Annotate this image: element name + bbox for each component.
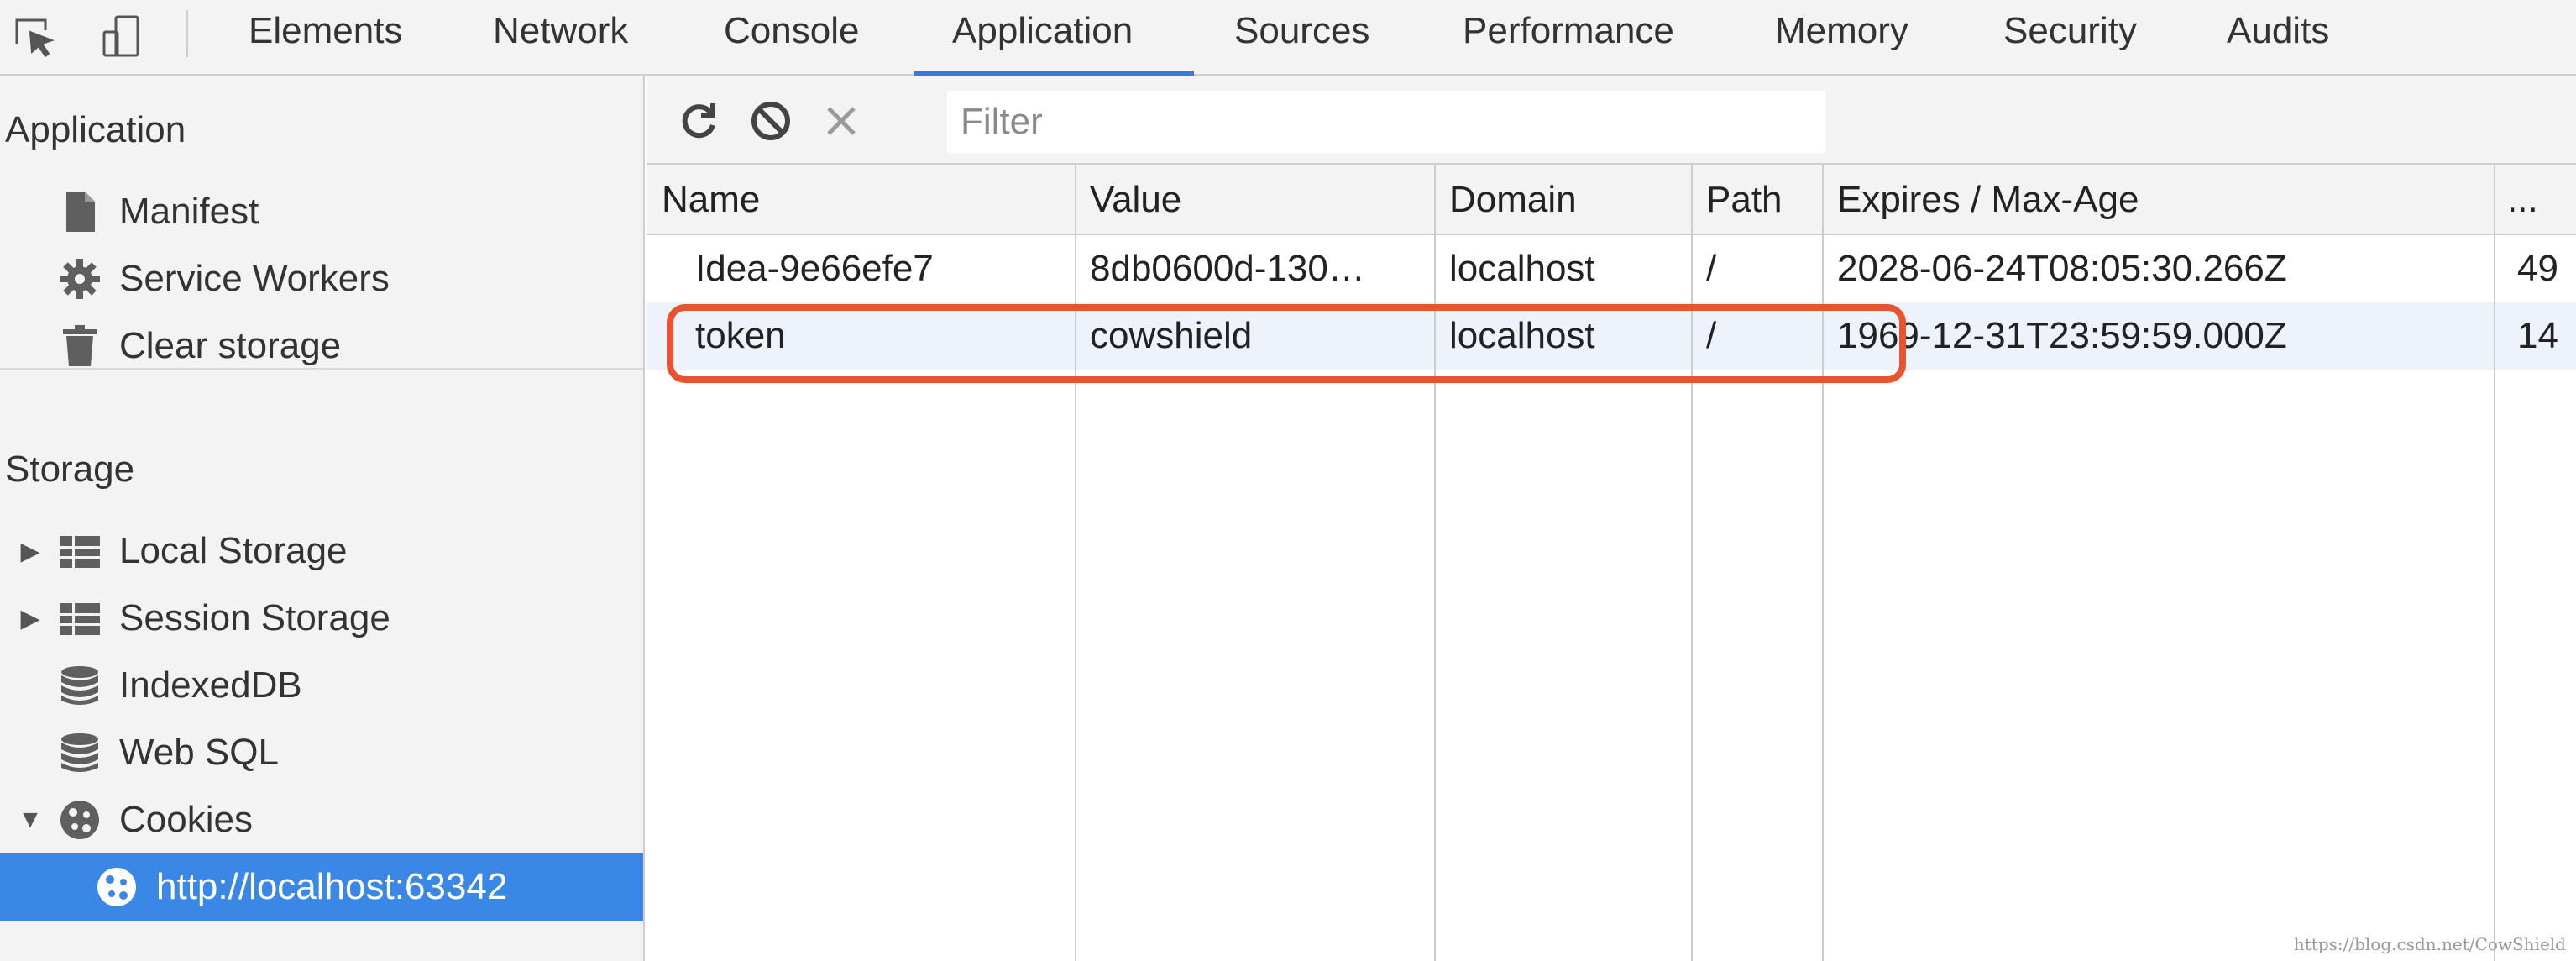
expand-arrow-icon[interactable]: ▶	[13, 534, 47, 568]
database-icon	[55, 728, 104, 777]
cookie-value-cell: 8db0600d-130…	[1090, 248, 1365, 289]
sidebar-item-label: http://localhost:63342	[156, 866, 508, 907]
tab-audits[interactable]: Audits	[2227, 0, 2329, 76]
sidebar-item-cookie-origin[interactable]: http://localhost:63342	[0, 853, 643, 921]
section-title-application: Application	[5, 109, 186, 150]
sidebar-item-label: Local Storage	[119, 530, 348, 571]
sidebar-item-service-workers[interactable]: Service Workers	[55, 245, 643, 312]
cookie-size-cell: 49	[2517, 248, 2558, 289]
filter-input[interactable]	[947, 91, 1825, 153]
panel-tab-bar: Elements Network Console Application Sou…	[0, 0, 2576, 76]
sidebar-item-label: Web SQL	[119, 732, 279, 773]
sidebar-item-label: Session Storage	[119, 597, 390, 638]
grid-icon	[55, 594, 104, 643]
sidebar-item-label: Service Workers	[119, 258, 390, 299]
column-header-domain[interactable]: Domain	[1449, 166, 1684, 234]
grid-icon	[55, 527, 104, 575]
collapse-arrow-icon[interactable]: ▼	[13, 803, 47, 837]
application-sidebar: Application Manifest Service Workers Cle…	[0, 76, 645, 961]
tab-network[interactable]: Network	[493, 0, 628, 76]
sidebar-item-manifest[interactable]: Manifest	[55, 178, 643, 245]
column-header-path[interactable]: Path	[1706, 166, 1815, 234]
column-header-expires[interactable]: Expires / Max-Age	[1837, 166, 2484, 234]
column-divider	[1822, 165, 1824, 961]
expand-arrow-icon[interactable]: ▶	[13, 601, 47, 635]
cookies-toolbar	[647, 76, 2576, 165]
sidebar-item-label: Manifest	[119, 191, 259, 232]
cookie-expires-cell: 1969-12-31T23:59:59.000Z	[1837, 315, 2287, 356]
sidebar-item-session-storage[interactable]: ▶ Session Storage	[13, 585, 643, 652]
sidebar-item-local-storage[interactable]: ▶ Local Storage	[13, 517, 643, 585]
watermark-text: https://blog.csdn.net/CowShield	[2293, 934, 2566, 954]
tab-console[interactable]: Console	[724, 0, 859, 76]
cookie-size-cell: 14	[2517, 315, 2558, 356]
trash-icon	[55, 322, 104, 370]
cookie-domain-cell: localhost	[1449, 315, 1595, 356]
sidebar-item-label: Clear storage	[119, 325, 342, 366]
tab-memory[interactable]: Memory	[1775, 0, 1908, 76]
column-header-name[interactable]: Name	[662, 166, 1065, 234]
section-divider	[0, 368, 643, 370]
sidebar-item-label: IndexedDB	[119, 664, 302, 706]
cookies-panel: Name Value Domain Path Expires / Max-Age…	[647, 76, 2576, 961]
delete-selected-icon[interactable]	[814, 94, 868, 148]
document-icon	[55, 187, 104, 236]
sidebar-item-web-sql[interactable]: Web SQL	[55, 719, 643, 786]
device-toolbar-icon[interactable]	[94, 10, 148, 64]
column-header-value[interactable]: Value	[1090, 166, 1426, 234]
devtools-window: Elements Network Console Application Sou…	[0, 0, 2576, 961]
clear-all-icon[interactable]	[744, 94, 798, 148]
column-divider	[1075, 165, 1076, 961]
sidebar-item-indexeddb[interactable]: IndexedDB	[55, 652, 643, 719]
cookie-value-cell: cowshield	[1090, 315, 1253, 356]
gear-icon	[55, 255, 104, 303]
cookie-name-cell: Idea-9e66efe7	[695, 248, 934, 289]
tab-security[interactable]: Security	[2003, 0, 2137, 76]
tab-performance[interactable]: Performance	[1463, 0, 1674, 76]
column-divider	[2494, 165, 2495, 961]
tab-sources[interactable]: Sources	[1234, 0, 1369, 76]
cookie-name-cell: token	[695, 315, 786, 356]
section-title-storage: Storage	[5, 449, 135, 490]
cookie-domain-cell: localhost	[1449, 248, 1595, 289]
refresh-icon[interactable]	[672, 94, 725, 148]
column-header-size[interactable]: ...	[2507, 166, 2574, 234]
cookie-icon	[92, 863, 141, 911]
inspect-element-icon[interactable]	[8, 10, 62, 64]
cookie-expires-cell: 2028-06-24T08:05:30.266Z	[1837, 248, 2287, 289]
cookies-table: Name Value Domain Path Expires / Max-Age…	[647, 165, 2576, 961]
database-icon	[55, 661, 104, 710]
column-divider	[1434, 165, 1436, 961]
tab-application[interactable]: Application	[952, 0, 1133, 76]
toolbar-divider	[186, 10, 188, 57]
sidebar-item-clear-storage[interactable]: Clear storage	[55, 312, 643, 380]
cookie-path-cell: /	[1706, 248, 1717, 289]
column-divider	[1691, 165, 1693, 961]
cookie-icon	[55, 796, 104, 844]
sidebar-item-cookies[interactable]: ▼ Cookies	[13, 786, 643, 853]
tab-elements[interactable]: Elements	[249, 0, 402, 76]
sidebar-item-label: Cookies	[119, 799, 253, 840]
cookie-path-cell: /	[1706, 315, 1717, 356]
